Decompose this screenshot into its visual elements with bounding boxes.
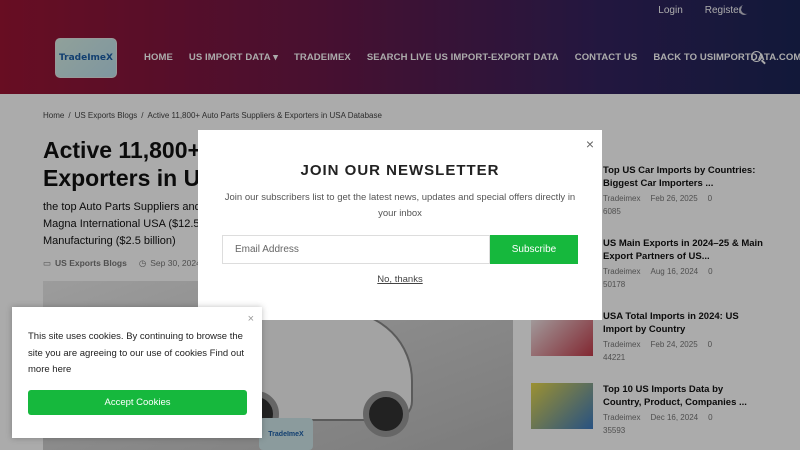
close-icon[interactable]: × bbox=[586, 137, 594, 151]
accept-cookies-button[interactable]: Accept Cookies bbox=[28, 390, 247, 415]
no-thanks-link[interactable]: No, thanks bbox=[198, 274, 602, 285]
newsletter-title: JOIN OUR NEWSLETTER bbox=[300, 162, 500, 179]
email-field[interactable] bbox=[222, 235, 490, 264]
newsletter-description: Join our subscribers list to get the lat… bbox=[224, 192, 576, 219]
cookie-text: This site uses cookies. By continuing to… bbox=[28, 331, 244, 375]
subscribe-button[interactable]: Subscribe bbox=[490, 235, 578, 264]
cookie-banner: × This site uses cookies. By continuing … bbox=[12, 307, 262, 438]
newsletter-modal: × JOIN OUR NEWSLETTER Join our subscribe… bbox=[198, 130, 602, 320]
close-icon[interactable]: × bbox=[248, 313, 254, 325]
